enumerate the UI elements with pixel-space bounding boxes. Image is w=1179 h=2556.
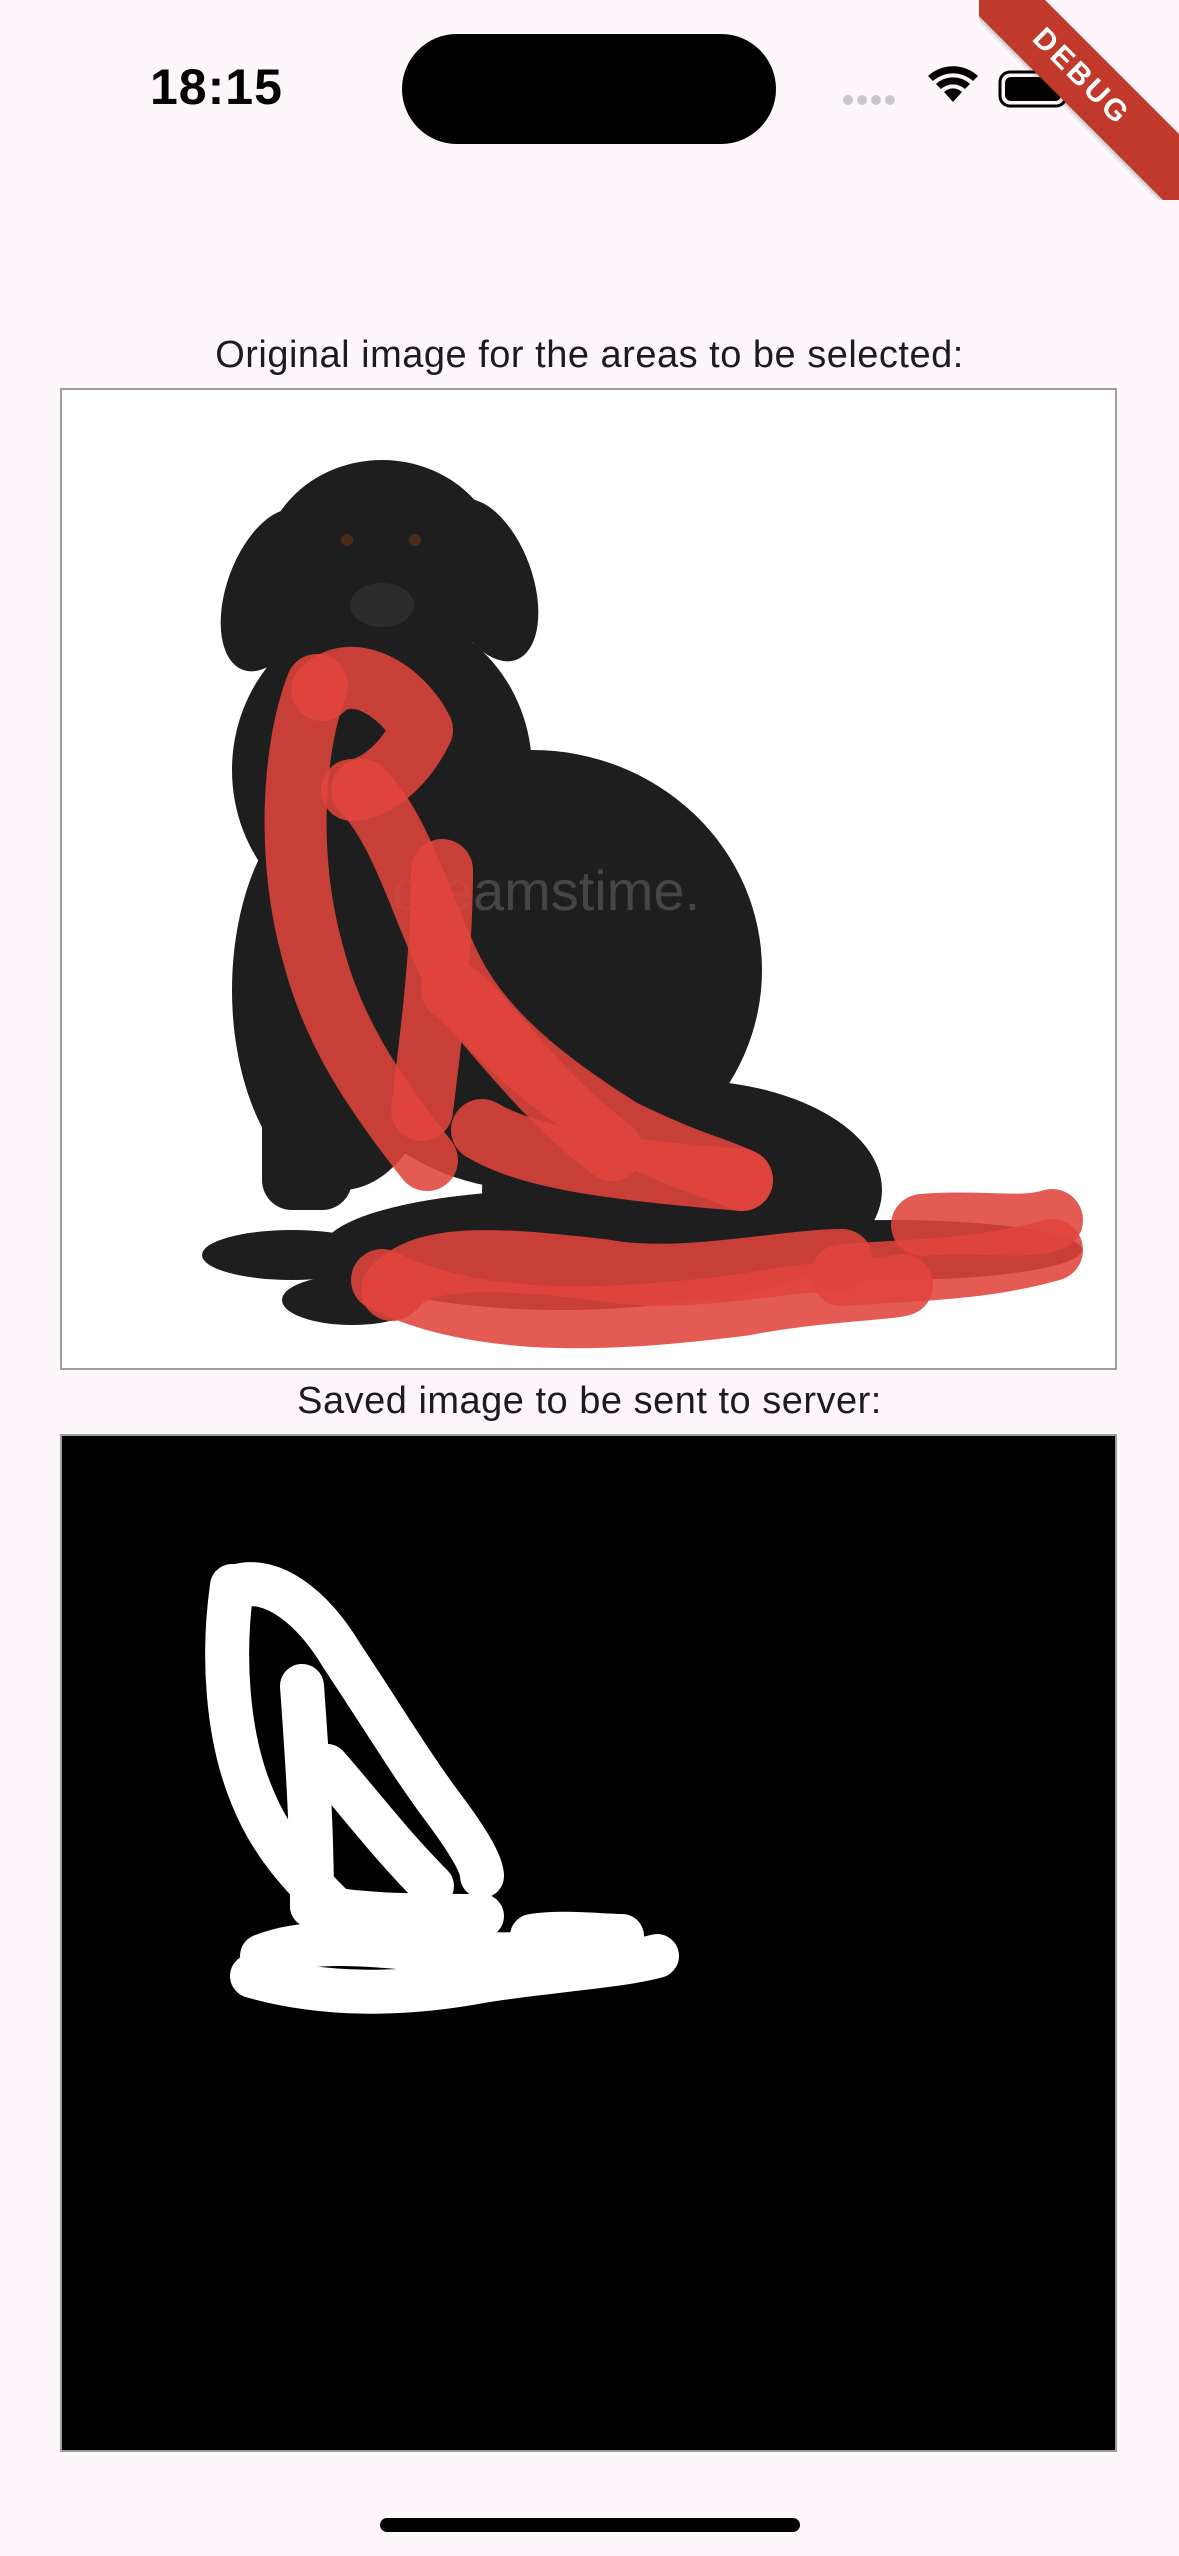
original-image-canvas[interactable]: dreamstime. [60, 388, 1117, 1370]
signal-dots-icon [843, 95, 895, 105]
wifi-icon [928, 66, 978, 102]
mask-strokes [205, 1562, 679, 2014]
saved-mask-image [60, 1434, 1117, 2452]
dynamic-island [402, 34, 776, 144]
home-indicator[interactable] [380, 2518, 800, 2532]
debug-banner: DEBUG [979, 0, 1179, 200]
original-image-caption: Original image for the areas to be selec… [215, 334, 964, 376]
status-time: 18:15 [150, 59, 283, 115]
debug-banner-wrap: DEBUG [979, 0, 1179, 200]
saved-image-caption: Saved image to be sent to server: [297, 1380, 882, 1422]
